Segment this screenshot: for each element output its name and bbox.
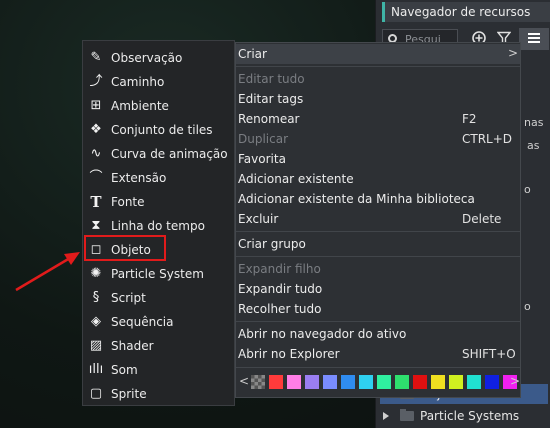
red-arrow-annotation <box>15 252 80 292</box>
